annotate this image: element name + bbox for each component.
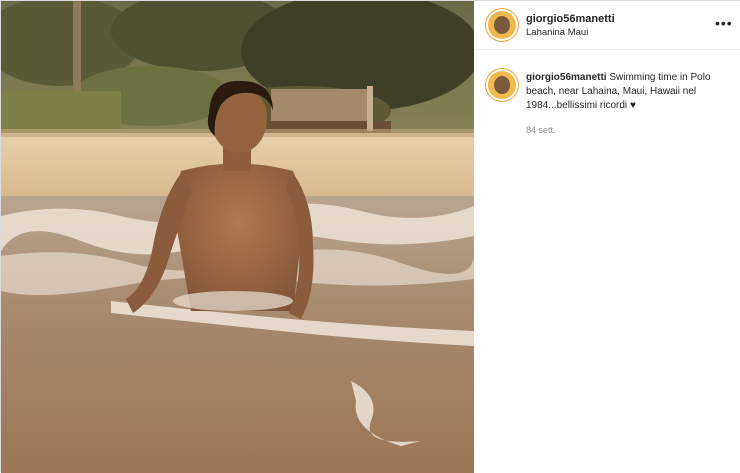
location-link[interactable]: Lahanina Maui [526,27,588,38]
post-sidebar: giorgio56manetti Lahanina Maui ••• giorg… [474,1,740,473]
post-photo[interactable] [1,1,474,473]
instagram-post: giorgio56manetti Lahanina Maui ••• giorg… [0,0,740,473]
username-link[interactable]: giorgio56manetti [526,13,615,25]
more-options-icon[interactable]: ••• [715,16,733,30]
heart-icon: ♥ [629,100,636,111]
post-image [1,1,474,473]
avatar[interactable] [488,11,516,39]
caption-avatar[interactable] [488,71,516,99]
post-caption: giorgio56manetti Swimming time in Polo b… [526,71,726,113]
caption-username[interactable]: giorgio56manetti [526,72,607,83]
post-timestamp[interactable]: 84 sett. [526,125,556,135]
post-header: giorgio56manetti Lahanina Maui ••• [474,1,740,50]
